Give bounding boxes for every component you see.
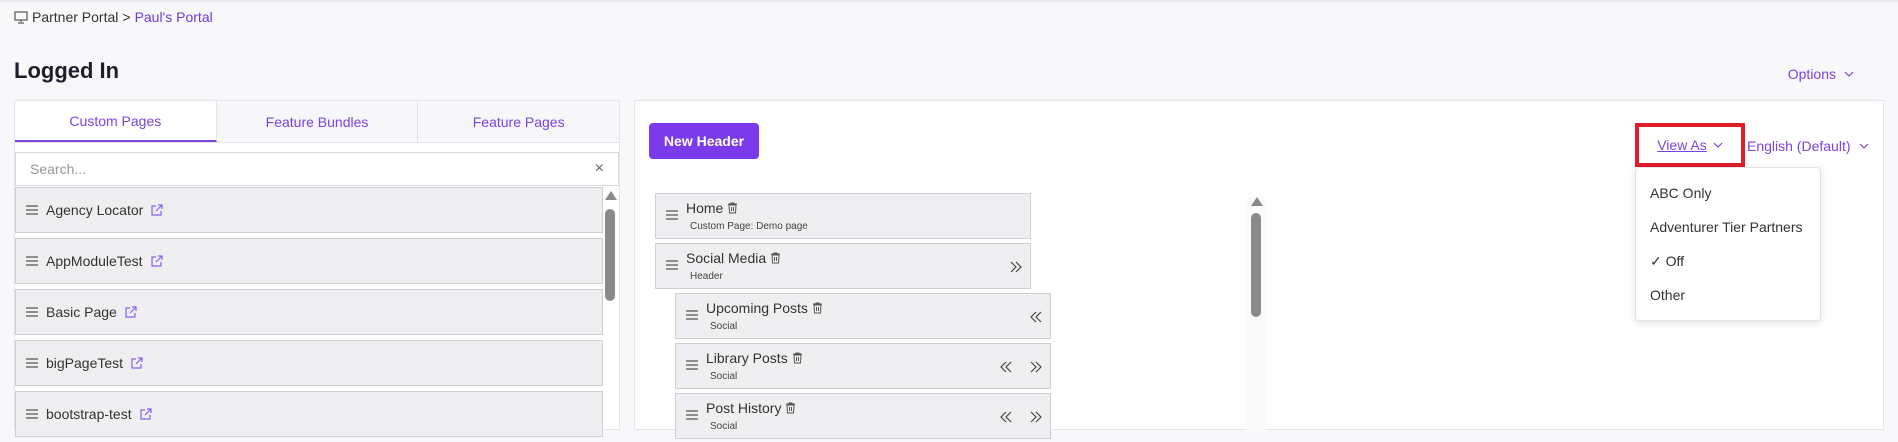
monitor-icon	[14, 10, 28, 24]
page-label: Basic Page	[46, 304, 117, 320]
list-item[interactable]: Basic Page	[15, 289, 603, 335]
top-border	[0, 0, 1898, 2]
node-label: Home	[686, 200, 724, 216]
scroll-up-arrow[interactable]	[1251, 197, 1263, 206]
drag-handle-icon[interactable]	[666, 260, 678, 270]
search-placeholder: Search...	[30, 161, 87, 177]
drag-handle-icon[interactable]	[26, 256, 38, 266]
breadcrumb-separator: >	[122, 9, 131, 25]
list-item[interactable]: bigPageTest	[15, 340, 603, 386]
language-select[interactable]: English (Default)	[1747, 131, 1869, 161]
drag-handle-icon[interactable]	[686, 360, 698, 370]
pages-list: Agency Locator AppModuleTest Basic Page …	[15, 187, 603, 442]
node-subtitle: Social	[710, 321, 738, 332]
drag-handle-icon[interactable]	[666, 210, 678, 220]
list-item[interactable]: AppModuleTest	[15, 238, 603, 284]
node-label: Social Media	[686, 250, 767, 266]
search-input[interactable]: Search... ×	[15, 152, 619, 186]
breadcrumb-root[interactable]: Partner Portal	[32, 9, 118, 25]
tab-feature-pages[interactable]: Feature Pages	[418, 101, 620, 142]
new-header-button[interactable]: New Header	[649, 123, 759, 159]
drag-handle-icon[interactable]	[26, 205, 38, 215]
view-as-dropdown: ABC Only Adventurer Tier Partners ✓ Off …	[1635, 167, 1821, 321]
drag-handle-icon[interactable]	[26, 307, 38, 317]
tab-feature-bundles[interactable]: Feature Bundles	[216, 101, 419, 142]
indent-right-icon[interactable]	[1010, 261, 1022, 273]
scroll-up-arrow[interactable]	[605, 191, 617, 200]
external-link-icon[interactable]	[140, 408, 152, 420]
tree-node-library-posts[interactable]: Library Posts Social	[675, 343, 1051, 389]
drag-handle-icon[interactable]	[26, 409, 38, 419]
external-link-icon[interactable]	[151, 204, 163, 216]
view-as-label: View As	[1657, 137, 1707, 153]
tree-node-post-history[interactable]: Post History Social	[675, 393, 1051, 439]
tree-node-upcoming-posts[interactable]: Upcoming Posts Social	[675, 293, 1051, 339]
page-title: Logged In	[14, 58, 120, 83]
node-subtitle: Social	[710, 371, 738, 382]
drag-handle-icon[interactable]	[26, 358, 38, 368]
list-item[interactable]: bootstrap-test	[15, 391, 603, 437]
dropdown-item-adventurer[interactable]: Adventurer Tier Partners	[1636, 210, 1820, 244]
breadcrumb: Partner Portal > Paul's Portal	[14, 9, 213, 25]
node-label: Library Posts	[706, 350, 788, 366]
node-label: Post History	[706, 400, 782, 416]
indent-left-icon[interactable]	[1030, 311, 1042, 323]
tab-bar: Custom Pages Feature Bundles Feature Pag…	[15, 101, 620, 143]
dropdown-item-off[interactable]: ✓ Off	[1636, 244, 1820, 278]
chevron-down-icon	[1859, 143, 1868, 149]
drag-handle-icon[interactable]	[686, 410, 698, 420]
trash-icon[interactable]	[785, 402, 796, 414]
dropdown-item-abc-only[interactable]: ABC Only	[1636, 176, 1820, 210]
list-item[interactable]: Agency Locator	[15, 187, 603, 233]
indent-left-icon[interactable]	[1000, 361, 1012, 373]
page-label: Agency Locator	[46, 202, 144, 218]
scrollbar-thumb[interactable]	[605, 209, 615, 301]
tree-node-home[interactable]: Home Custom Page: Demo page	[655, 193, 1031, 239]
external-link-icon[interactable]	[150, 255, 163, 267]
trash-icon[interactable]	[770, 252, 781, 264]
options-menu[interactable]: Options	[1788, 66, 1854, 82]
external-link-icon[interactable]	[131, 357, 143, 369]
indent-right-icon[interactable]	[1030, 361, 1042, 373]
options-label: Options	[1787, 66, 1836, 82]
page-label: AppModuleTest	[46, 253, 143, 269]
indent-left-icon[interactable]	[1000, 411, 1012, 423]
header-editor-panel: New Header View As English (Default) ABC…	[634, 100, 1884, 439]
dropdown-item-other[interactable]: Other	[1636, 278, 1820, 312]
chevron-down-icon	[1844, 71, 1854, 77]
view-as-button[interactable]: View As	[1635, 123, 1745, 167]
tree-node-social-media[interactable]: Social Media Header	[655, 243, 1031, 289]
node-subtitle: Social	[710, 421, 738, 432]
trash-icon[interactable]	[727, 202, 738, 214]
page-label: bootstrap-test	[46, 406, 132, 422]
node-label: Upcoming Posts	[706, 300, 808, 316]
node-subtitle: Custom Page: Demo page	[690, 221, 808, 232]
external-link-icon[interactable]	[125, 306, 137, 318]
trash-icon[interactable]	[792, 352, 803, 364]
scrollbar-thumb[interactable]	[1251, 213, 1261, 317]
breadcrumb-current[interactable]: Paul's Portal	[135, 9, 213, 25]
node-subtitle: Header	[690, 271, 723, 282]
custom-pages-panel: Custom Pages Feature Bundles Feature Pag…	[14, 100, 620, 437]
trash-icon[interactable]	[812, 302, 823, 314]
page-label: bigPageTest	[46, 355, 124, 371]
drag-handle-icon[interactable]	[686, 310, 698, 320]
language-label: English (Default)	[1747, 138, 1851, 154]
chevron-down-icon	[1713, 142, 1723, 148]
clear-search-icon[interactable]: ×	[595, 160, 604, 178]
tab-custom-pages[interactable]: Custom Pages	[15, 101, 217, 142]
indent-right-icon[interactable]	[1030, 411, 1042, 423]
